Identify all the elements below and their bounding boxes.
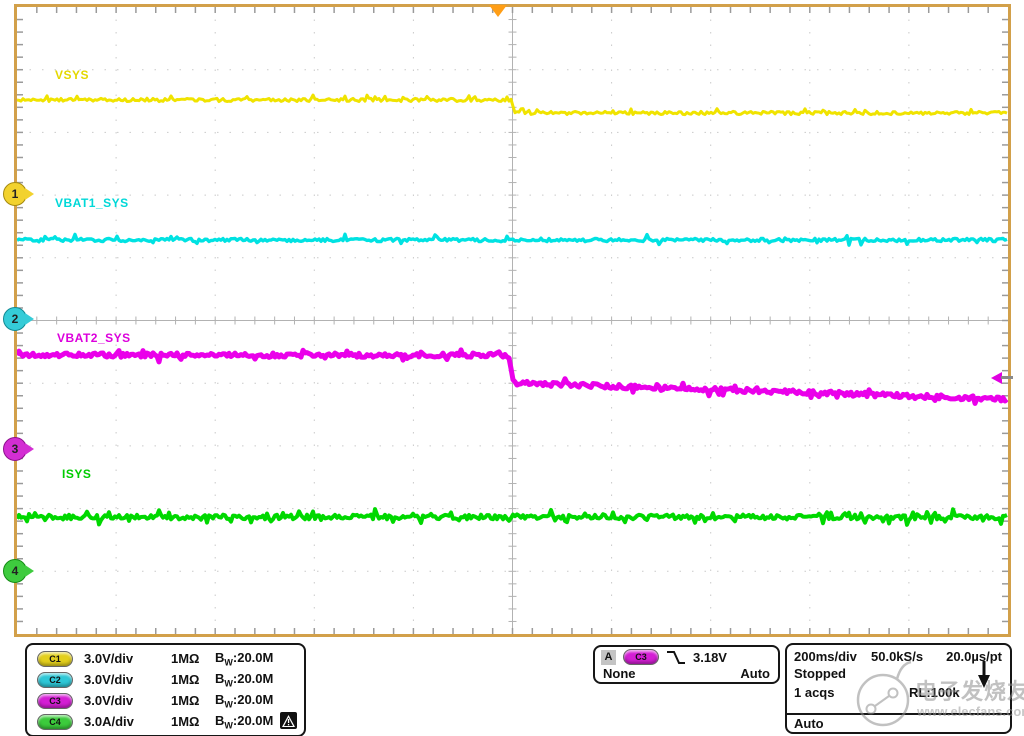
- channel4-impedance: 1MΩ: [171, 714, 215, 729]
- channel2-readout-row: C2 3.0V/div 1MΩ BW:20.0M: [27, 669, 304, 690]
- trigger-level-value: 3.18V: [693, 650, 727, 665]
- channel3-marker-label: 3: [12, 442, 19, 456]
- acquisition-count: 1 acqs: [794, 685, 834, 700]
- sample-rate: 50.0kS/s: [871, 649, 923, 664]
- channel1-badge[interactable]: C1: [37, 651, 73, 667]
- channel4-bandwidth: BW:20.0M: [215, 713, 273, 731]
- channel4-readout-row: C4 3.0A/div 1MΩ BW:20.0M: [27, 711, 304, 732]
- channel4-marker-arrow-icon: [25, 565, 34, 577]
- channel3-badge[interactable]: C3: [37, 693, 73, 709]
- channel1-bandwidth: BW:20.0M: [215, 650, 273, 668]
- channel2-position-marker[interactable]: 2: [3, 307, 27, 331]
- channel-readout-box: C1 3.0V/div 1MΩ BW:20.0M C2 3.0V/div 1MΩ…: [25, 643, 306, 736]
- falling-edge-icon: [666, 650, 686, 665]
- channel1-marker-label: 1: [12, 187, 19, 201]
- timebase-separator: [787, 713, 1010, 715]
- trigger-mode: Auto: [740, 666, 770, 681]
- acquisition-mode: Auto: [794, 716, 824, 731]
- waveform-traces: [17, 7, 1008, 634]
- channel3-bandwidth: BW:20.0M: [215, 692, 273, 710]
- channel3-position-marker[interactable]: 3: [3, 437, 27, 461]
- channel4-position-marker[interactable]: 4: [3, 559, 27, 583]
- trigger-holdoff: None: [603, 666, 636, 681]
- channel1-scale: 3.0V/div: [84, 651, 171, 666]
- trigger-source-badge: C3: [623, 649, 659, 665]
- channel3-marker-arrow-icon: [25, 443, 34, 455]
- channel1-position-marker[interactable]: 1: [3, 182, 27, 206]
- channel4-badge[interactable]: C4: [37, 714, 73, 730]
- channel2-bandwidth: BW:20.0M: [215, 671, 273, 689]
- trace-label-vbat2-sys: VBAT2_SYS: [57, 331, 131, 345]
- trigger-bus-a: A: [601, 650, 616, 665]
- channel1-marker-arrow-icon: [25, 188, 34, 200]
- trigger-position-marker-icon[interactable]: [489, 5, 507, 17]
- channel2-marker-label: 2: [12, 312, 19, 326]
- trace-label-vbat1-sys: VBAT1_SYS: [55, 196, 129, 210]
- channel4-marker-label: 4: [12, 564, 19, 578]
- channel3-readout-row: C3 3.0V/div 1MΩ BW:20.0M: [27, 690, 304, 711]
- channel2-badge[interactable]: C2: [37, 672, 73, 688]
- acquisition-status: Stopped: [794, 666, 846, 681]
- channel2-marker-arrow-icon: [25, 313, 34, 325]
- channel4-scale: 3.0A/div: [84, 714, 171, 729]
- timebase-scale: 200ms/div: [794, 649, 857, 664]
- trigger-row-source: A C3 3.18V: [595, 647, 778, 665]
- trace-label-isys: ISYS: [62, 467, 91, 481]
- down-arrow-icon: [978, 661, 990, 688]
- channel2-scale: 3.0V/div: [84, 672, 171, 687]
- oscilloscope-screen: 1 2 3 4 VSYS VBAT1_SYS VBAT2_SYS ISYS C1…: [0, 0, 1024, 736]
- channel2-impedance: 1MΩ: [171, 672, 215, 687]
- channel1-readout-row: C1 3.0V/div 1MΩ BW:20.0M: [27, 648, 304, 669]
- trigger-row-mode: None Auto: [595, 665, 778, 681]
- channel3-scale: 3.0V/div: [84, 693, 171, 708]
- trigger-level-arrow-tail: [1001, 376, 1013, 379]
- warning-icon: [280, 712, 297, 729]
- sample-resolution: 20.0µs/pt: [946, 649, 1002, 664]
- channel3-impedance: 1MΩ: [171, 693, 215, 708]
- channel1-impedance: 1MΩ: [171, 651, 215, 666]
- trigger-readout-box[interactable]: A C3 3.18V None Auto: [593, 645, 780, 684]
- timebase-readout-box[interactable]: 200ms/div 50.0kS/s 20.0µs/pt Stopped 1 a…: [785, 643, 1012, 734]
- record-length: RL:100k: [909, 685, 960, 700]
- trace-label-vsys: VSYS: [55, 68, 89, 82]
